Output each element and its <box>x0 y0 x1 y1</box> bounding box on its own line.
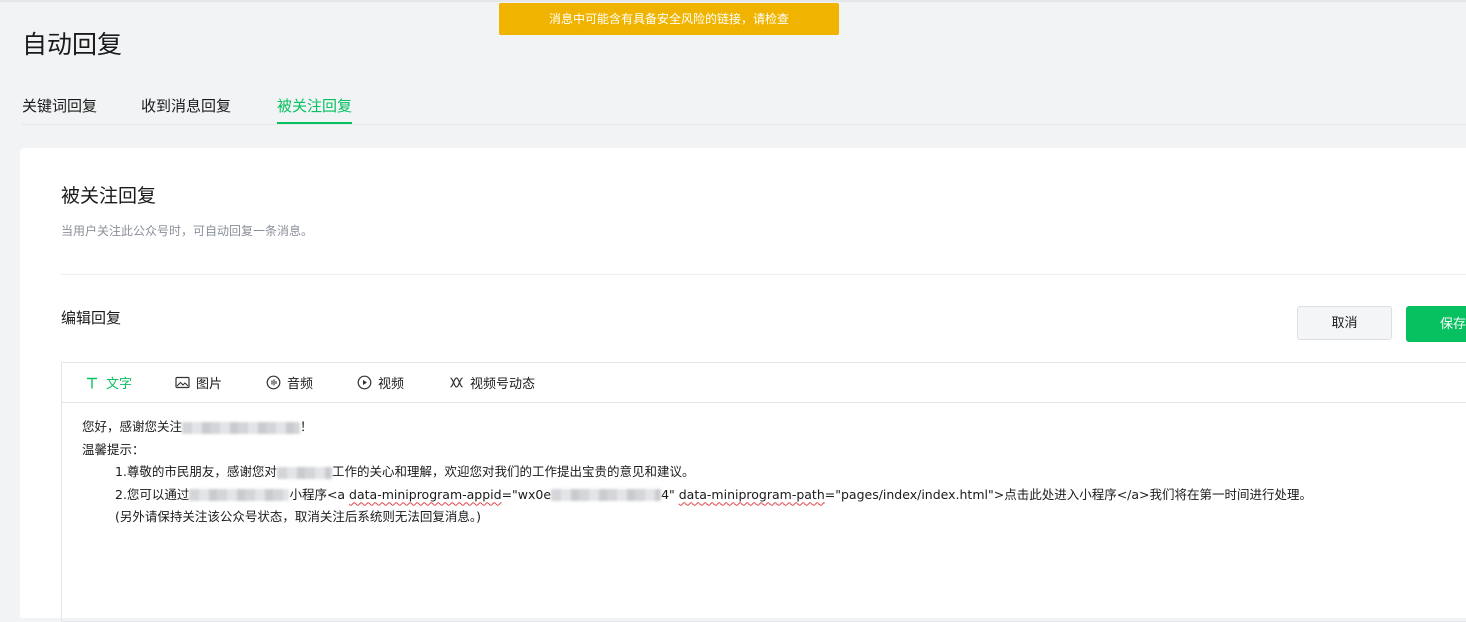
greeting-tail: ！ <box>300 419 313 434</box>
tool-image-label: 图片 <box>196 377 223 392</box>
redacted-account-name <box>182 421 301 434</box>
tool-channels-label: 视频号动态 <box>470 377 536 392</box>
top-border <box>0 0 1466 2</box>
tool-image[interactable]: 图片 <box>174 363 222 402</box>
edit-reply-label: 编辑回复 <box>61 309 122 327</box>
audio-icon <box>265 375 281 391</box>
redacted-org-name <box>276 466 332 479</box>
item2-text-c: ="wx0e <box>501 486 552 502</box>
tool-audio[interactable]: 音频 <box>265 363 313 402</box>
redacted-appid <box>551 489 662 501</box>
greeting-text: 您好，感谢您关注 <box>82 419 183 434</box>
save-button[interactable]: 保存 <box>1406 306 1466 342</box>
item2-text-d: 4" <box>661 486 679 502</box>
tool-audio-label: 音频 <box>287 377 314 392</box>
redacted-miniprogram-name <box>189 489 290 501</box>
note-line: (另外请保持关注该公众号状态，取消关注后系统则无法回复消息。) <box>82 506 1312 529</box>
tip-item-1: 1.尊敬的市民朋友，感谢您对 工作的关心和理解，欢迎您对我们的工作提出宝贵的意见和… <box>82 461 1312 484</box>
tab-keyword-reply[interactable]: 关键词回复 <box>22 92 97 120</box>
section-title: 被关注回复 <box>61 185 157 207</box>
security-warning-banner: 消息中可能含有具备安全风险的链接，请检查 <box>499 3 839 35</box>
section-description: 当用户关注此公众号时，可自动回复一条消息。 <box>61 224 314 238</box>
tab-follow-reply[interactable]: 被关注回复 <box>277 92 353 124</box>
reply-editor: 文字 图片 音频 视频 视频号动态 您好，感谢您关注 ！ 温馨提示： 1.尊敬的… <box>61 362 1466 622</box>
video-icon <box>356 375 372 391</box>
tip-heading-line: 温馨提示： <box>82 439 1312 462</box>
note-text: (另外请保持关注该公众号状态，取消关注后系统则无法回复消息。) <box>115 509 482 524</box>
item1-text-b: 工作的关心和理解，欢迎您对我们的工作提出宝贵的意见和建议。 <box>331 464 695 479</box>
item2-text-b: 小程序<a <box>289 486 350 502</box>
item2-attr-appid: data-miniprogram-appid <box>349 486 502 502</box>
page-title: 自动回复 <box>22 30 123 59</box>
text-icon <box>84 375 100 391</box>
image-icon <box>174 375 190 391</box>
cancel-button[interactable]: 取消 <box>1297 306 1392 340</box>
greeting-line: 您好，感谢您关注 ！ <box>82 416 1312 439</box>
tool-video-label: 视频 <box>378 377 405 392</box>
tip-heading: 温馨提示： <box>82 441 145 457</box>
item2-attr-path: data-miniprogram-path <box>678 486 825 502</box>
tool-text[interactable]: 文字 <box>84 363 132 402</box>
tab-message-reply[interactable]: 收到消息回复 <box>141 92 231 120</box>
tip-item-2: 2.您可以通过 小程序<a data-miniprogram-appid="wx0… <box>82 484 1312 507</box>
tool-text-label: 文字 <box>106 377 133 392</box>
section-divider <box>61 274 1466 275</box>
follow-reply-card: 被关注回复 当用户关注此公众号时，可自动回复一条消息。 编辑回复 取消 保存 文… <box>20 148 1466 622</box>
channels-icon <box>448 375 464 391</box>
item1-text-a: 1.尊敬的市民朋友，感谢您对 <box>115 464 277 479</box>
item2-text-a: 2.您可以通过 <box>115 486 190 502</box>
editor-toolbar: 文字 图片 音频 视频 视频号动态 <box>62 363 1466 403</box>
tool-channels[interactable]: 视频号动态 <box>448 363 535 402</box>
reply-tabs: 关键词回复 收到消息回复 被关注回复 <box>22 92 1466 125</box>
tool-video[interactable]: 视频 <box>356 363 404 402</box>
item2-text-e: ="pages/index/index.html">点击此处进入小程序</a>我… <box>824 486 1313 502</box>
reply-text-content[interactable]: 您好，感谢您关注 ！ 温馨提示： 1.尊敬的市民朋友，感谢您对 工作的关心和理解，欢… <box>82 416 1312 529</box>
